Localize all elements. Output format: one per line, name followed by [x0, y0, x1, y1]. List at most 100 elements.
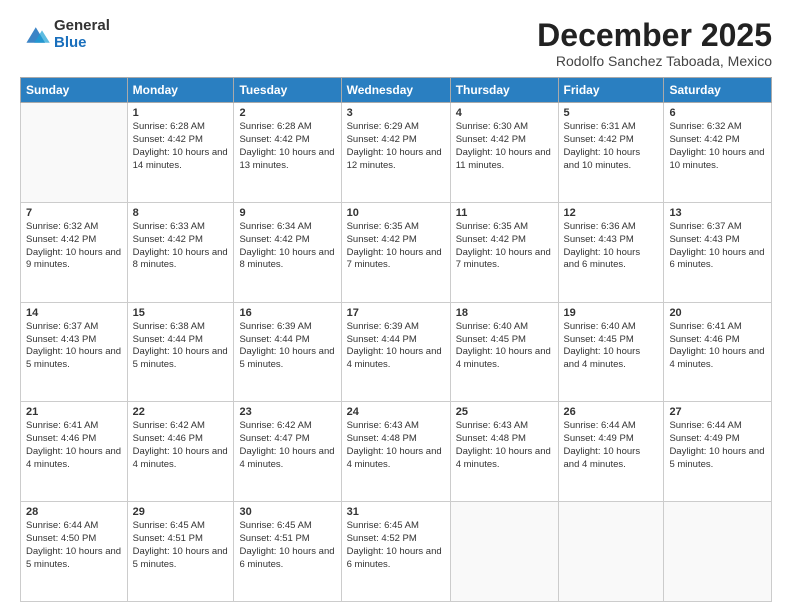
table-cell: 16Sunrise: 6:39 AM Sunset: 4:44 PM Dayli… — [234, 302, 341, 402]
subtitle: Rodolfo Sanchez Taboada, Mexico — [537, 53, 772, 69]
logo: General Blue — [20, 18, 110, 51]
day-info: Sunrise: 6:39 AM Sunset: 4:44 PM Dayligh… — [347, 321, 445, 372]
day-info: Sunrise: 6:45 AM Sunset: 4:51 PM Dayligh… — [133, 520, 229, 571]
day-info: Sunrise: 6:28 AM Sunset: 4:42 PM Dayligh… — [133, 121, 229, 172]
day-info: Sunrise: 6:43 AM Sunset: 4:48 PM Dayligh… — [347, 420, 445, 471]
day-info: Sunrise: 6:33 AM Sunset: 4:42 PM Dayligh… — [133, 221, 229, 272]
table-cell: 19 Sunrise: 6:40 AM Sunset: 4:45 PM Dayli… — [558, 302, 664, 402]
day-info: Sunrise: 6:40 AM Sunset: 4:45 PM Dayligh… — [456, 321, 553, 372]
table-row: 7 Sunrise: 6:32 AM Sunset: 4:42 PM Daylig… — [21, 202, 772, 302]
table-row: 14 Sunrise: 6:37 AM Sunset: 4:43 PM Dayli… — [21, 302, 772, 402]
day-number: 4 — [456, 107, 553, 119]
day-number: 24 — [347, 406, 445, 418]
day-number: 15 — [133, 307, 229, 319]
table-cell: 7 Sunrise: 6:32 AM Sunset: 4:42 PM Daylig… — [21, 202, 128, 302]
day-info: Sunrise: 6:44 AM Sunset: 4:50 PM Dayligh… — [26, 520, 122, 571]
table-cell: 22 Sunrise: 6:42 AM Sunset: 4:46 PM Dayli… — [127, 402, 234, 502]
day-number: 3 — [347, 107, 445, 119]
day-info: Sunrise: 6:28 AM Sunset: 4:42 PM Dayligh… — [239, 121, 335, 172]
table-cell: 8 Sunrise: 6:33 AM Sunset: 4:42 PM Daylig… — [127, 202, 234, 302]
day-info: Sunrise: 6:41 AM Sunset: 4:46 PM Dayligh… — [669, 321, 766, 372]
table-cell: 20 Sunrise: 6:41 AM Sunset: 4:46 PM Dayli… — [664, 302, 772, 402]
table-cell: 3 Sunrise: 6:29 AM Sunset: 4:42 PM Daylig… — [341, 103, 450, 203]
logo-text: General Blue — [54, 18, 110, 51]
col-friday: Friday — [558, 78, 664, 103]
day-number: 1 — [133, 107, 229, 119]
calendar-header: Sunday Monday Tuesday Wednesday Thursday… — [21, 78, 772, 103]
day-number: 22 — [133, 406, 229, 418]
page: General Blue December 2025 Rodolfo Sanch… — [0, 0, 792, 612]
table-cell: 9 Sunrise: 6:34 AM Sunset: 4:42 PM Daylig… — [234, 202, 341, 302]
day-info: Sunrise: 6:45 AM Sunset: 4:52 PM Dayligh… — [347, 520, 445, 571]
table-cell: 26Sunrise: 6:44 AM Sunset: 4:49 PM Dayli… — [558, 402, 664, 502]
table-row: 1 Sunrise: 6:28 AM Sunset: 4:42 PM Daylig… — [21, 103, 772, 203]
table-row: 21Sunrise: 6:41 AM Sunset: 4:46 PM Dayli… — [21, 402, 772, 502]
day-number: 20 — [669, 307, 766, 319]
day-info: Sunrise: 6:40 AM Sunset: 4:45 PM Dayligh… — [564, 321, 659, 372]
day-info: Sunrise: 6:34 AM Sunset: 4:42 PM Dayligh… — [239, 221, 335, 272]
day-number: 23 — [239, 406, 335, 418]
col-saturday: Saturday — [664, 78, 772, 103]
col-wednesday: Wednesday — [341, 78, 450, 103]
day-number: 14 — [26, 307, 122, 319]
table-cell: 14 Sunrise: 6:37 AM Sunset: 4:43 PM Dayli… — [21, 302, 128, 402]
header-row: Sunday Monday Tuesday Wednesday Thursday… — [21, 78, 772, 103]
day-number: 21 — [26, 406, 122, 418]
table-cell: 17 Sunrise: 6:39 AM Sunset: 4:44 PM Dayli… — [341, 302, 450, 402]
table-cell — [664, 502, 772, 602]
day-number: 13 — [669, 207, 766, 219]
title-block: December 2025 Rodolfo Sanchez Taboada, M… — [537, 18, 772, 69]
main-title: December 2025 — [537, 18, 772, 53]
day-info: Sunrise: 6:32 AM Sunset: 4:42 PM Dayligh… — [669, 121, 766, 172]
col-tuesday: Tuesday — [234, 78, 341, 103]
day-number: 11 — [456, 207, 553, 219]
table-cell — [450, 502, 558, 602]
col-sunday: Sunday — [21, 78, 128, 103]
table-cell: 30Sunrise: 6:45 AM Sunset: 4:51 PM Dayli… — [234, 502, 341, 602]
calendar-body: 1 Sunrise: 6:28 AM Sunset: 4:42 PM Daylig… — [21, 103, 772, 602]
table-cell: 15 Sunrise: 6:38 AM Sunset: 4:44 PM Dayli… — [127, 302, 234, 402]
table-row: 28 Sunrise: 6:44 AM Sunset: 4:50 PM Dayli… — [21, 502, 772, 602]
table-cell: 24 Sunrise: 6:43 AM Sunset: 4:48 PM Dayli… — [341, 402, 450, 502]
day-number: 5 — [564, 107, 659, 119]
day-number: 2 — [239, 107, 335, 119]
day-info: Sunrise: 6:37 AM Sunset: 4:43 PM Dayligh… — [26, 321, 122, 372]
day-info: Sunrise: 6:35 AM Sunset: 4:42 PM Dayligh… — [456, 221, 553, 272]
table-cell: 6 Sunrise: 6:32 AM Sunset: 4:42 PM Daylig… — [664, 103, 772, 203]
day-number: 19 — [564, 307, 659, 319]
day-number: 9 — [239, 207, 335, 219]
table-cell: 31 Sunrise: 6:45 AM Sunset: 4:52 PM Dayli… — [341, 502, 450, 602]
day-info: Sunrise: 6:37 AM Sunset: 4:43 PM Dayligh… — [669, 221, 766, 272]
day-info: Sunrise: 6:29 AM Sunset: 4:42 PM Dayligh… — [347, 121, 445, 172]
table-cell: 11 Sunrise: 6:35 AM Sunset: 4:42 PM Dayli… — [450, 202, 558, 302]
day-number: 16 — [239, 307, 335, 319]
table-cell: 1 Sunrise: 6:28 AM Sunset: 4:42 PM Daylig… — [127, 103, 234, 203]
day-number: 25 — [456, 406, 553, 418]
table-cell: 2 Sunrise: 6:28 AM Sunset: 4:42 PM Daylig… — [234, 103, 341, 203]
table-cell: 21Sunrise: 6:41 AM Sunset: 4:46 PM Dayli… — [21, 402, 128, 502]
day-number: 26 — [564, 406, 659, 418]
day-number: 6 — [669, 107, 766, 119]
day-number: 28 — [26, 506, 122, 518]
day-number: 17 — [347, 307, 445, 319]
table-cell: 12Sunrise: 6:36 AM Sunset: 4:43 PM Dayli… — [558, 202, 664, 302]
day-number: 31 — [347, 506, 445, 518]
table-cell — [21, 103, 128, 203]
header: General Blue December 2025 Rodolfo Sanch… — [20, 18, 772, 69]
day-info: Sunrise: 6:42 AM Sunset: 4:46 PM Dayligh… — [133, 420, 229, 471]
logo-icon — [20, 21, 50, 49]
day-number: 8 — [133, 207, 229, 219]
day-info: Sunrise: 6:35 AM Sunset: 4:42 PM Dayligh… — [347, 221, 445, 272]
day-number: 10 — [347, 207, 445, 219]
day-number: 7 — [26, 207, 122, 219]
col-monday: Monday — [127, 78, 234, 103]
table-cell: 13 Sunrise: 6:37 AM Sunset: 4:43 PM Dayli… — [664, 202, 772, 302]
logo-general: General — [54, 18, 110, 35]
day-info: Sunrise: 6:30 AM Sunset: 4:42 PM Dayligh… — [456, 121, 553, 172]
day-number: 27 — [669, 406, 766, 418]
calendar-table: Sunday Monday Tuesday Wednesday Thursday… — [20, 77, 772, 602]
day-number: 18 — [456, 307, 553, 319]
day-info: Sunrise: 6:43 AM Sunset: 4:48 PM Dayligh… — [456, 420, 553, 471]
day-info: Sunrise: 6:38 AM Sunset: 4:44 PM Dayligh… — [133, 321, 229, 372]
day-info: Sunrise: 6:32 AM Sunset: 4:42 PM Dayligh… — [26, 221, 122, 272]
